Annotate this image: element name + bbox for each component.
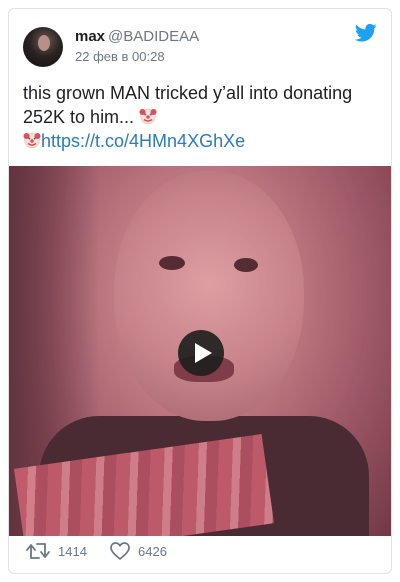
tweet-body: this grown MAN tricked y’all into donati… xyxy=(23,83,353,127)
play-icon xyxy=(195,343,212,363)
video-player[interactable] xyxy=(9,166,391,536)
avatar[interactable] xyxy=(23,27,63,67)
tweet-card: max @BADIDEAA 22 фев в 00:28 this grown M… xyxy=(8,8,392,574)
author-display-name[interactable]: max xyxy=(75,28,105,45)
twitter-bird-icon[interactable] xyxy=(355,23,377,43)
tweet-header: max @BADIDEAA 22 фев в 00:28 xyxy=(23,23,377,71)
retweet-count: 1414 xyxy=(58,543,87,559)
play-button[interactable] xyxy=(178,330,224,376)
tweet-date[interactable]: 22 фев в 00:28 xyxy=(75,49,199,64)
author-info: max @BADIDEAA 22 фев в 00:28 xyxy=(75,27,199,64)
tweet-text: this grown MAN tricked y’all into donati… xyxy=(23,81,377,153)
clown-face-icon xyxy=(23,132,41,149)
author-handle[interactable]: @BADIDEAA xyxy=(108,28,199,45)
like-count: 6426 xyxy=(138,543,167,559)
tweet-link[interactable]: https://t.co/4HMn4XGhXe xyxy=(41,131,245,151)
heart-icon xyxy=(110,542,130,560)
retweet-button[interactable]: 1414 xyxy=(25,539,87,563)
like-button[interactable]: 6426 xyxy=(109,539,167,563)
clown-face-icon xyxy=(139,108,157,125)
retweet-icon xyxy=(26,543,50,559)
